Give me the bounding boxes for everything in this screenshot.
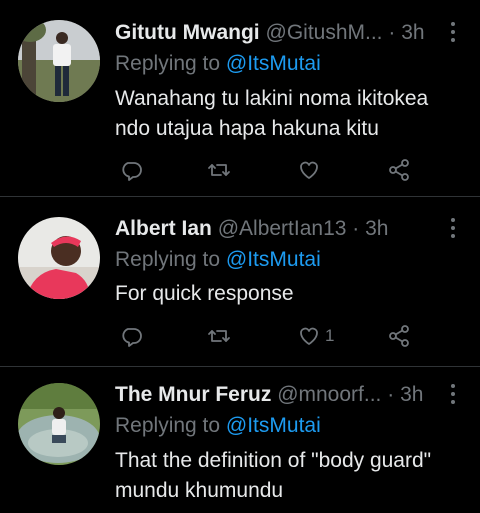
share-icon [389,325,409,347]
share-button[interactable] [387,321,411,351]
more-icon[interactable] [450,384,456,408]
display-name[interactable]: Gitutu Mwangi [115,21,260,44]
mention-link[interactable]: @ItsMutai [226,414,321,437]
display-name[interactable]: Albert Ian [115,217,212,240]
retweet-button[interactable] [207,321,231,351]
tweet-header: The Mnur Feruz @mnoorf... · 3h [115,382,440,408]
mention-link[interactable]: @ItsMutai [226,52,321,75]
tweet-text: Wanahang tu lakini noma ikitokea ndo uta… [115,84,460,144]
tweet-text: For quick response [115,279,460,309]
avatar-image [18,20,100,102]
like-icon [300,161,318,179]
tweet[interactable]: Albert Ian @AlbertIan13 · 3h Replying to… [0,197,480,365]
share-icon [389,159,409,181]
replying-to: Replying to @ItsMutai [115,413,321,439]
like-icon [300,327,318,345]
timestamp[interactable]: 3h [401,21,424,44]
retweet-icon [208,164,230,176]
avatar-image [18,383,100,465]
replying-prefix: Replying to [115,414,226,437]
replying-prefix: Replying to [115,248,226,271]
like-button[interactable] [297,155,325,185]
user-handle[interactable]: @mnoorf... [277,383,381,406]
avatar[interactable] [18,383,100,465]
reply-button[interactable] [119,321,143,351]
tweet[interactable]: Gitutu Mwangi @GitushM... · 3h Replying … [0,0,480,195]
reply-icon [122,162,142,181]
avatar[interactable] [18,20,100,102]
replying-to: Replying to @ItsMutai [115,247,321,273]
retweet-button[interactable] [207,155,231,185]
user-handle[interactable]: @GitushM... [266,21,383,44]
separator-dot: · [352,217,360,240]
replying-to: Replying to @ItsMutai [115,51,321,77]
tweet-header: Albert Ian @AlbertIan13 · 3h [115,216,440,242]
tweet-text-line: mundu khumundu [115,479,284,502]
tweet-text-line: That the definition of "body guard" [115,449,432,472]
more-icon[interactable] [450,22,456,46]
timestamp[interactable]: 3h [400,383,423,406]
mention-link[interactable]: @ItsMutai [226,248,321,271]
tweet-text-line: For quick response [115,282,294,305]
tweet-text-line: ndo utajua hapa hakuna kitu [115,117,379,140]
retweet-icon [208,330,230,342]
share-button[interactable] [387,155,411,185]
tweet-text: That the definition of "body guard" mund… [115,446,460,506]
separator-dot: · [387,383,395,406]
action-bar: 1 [115,321,415,351]
like-button[interactable]: 1 [297,321,334,351]
user-handle[interactable]: @AlbertIan13 [218,217,347,240]
tweet[interactable]: The Mnur Feruz @mnoorf... · 3h Replying … [0,367,480,513]
action-bar [115,155,415,185]
display-name[interactable]: The Mnur Feruz [115,383,271,406]
timestamp[interactable]: 3h [365,217,388,240]
avatar[interactable] [18,217,100,299]
tweet-header: Gitutu Mwangi @GitushM... · 3h [115,20,440,46]
reply-button[interactable] [119,155,143,185]
avatar-image [18,217,100,299]
separator-dot: · [388,21,396,44]
more-icon[interactable] [450,218,456,242]
reply-icon [122,328,142,347]
like-count: 1 [325,326,335,345]
replying-prefix: Replying to [115,52,226,75]
tweet-text-line: Wanahang tu lakini noma ikitokea [115,87,429,110]
